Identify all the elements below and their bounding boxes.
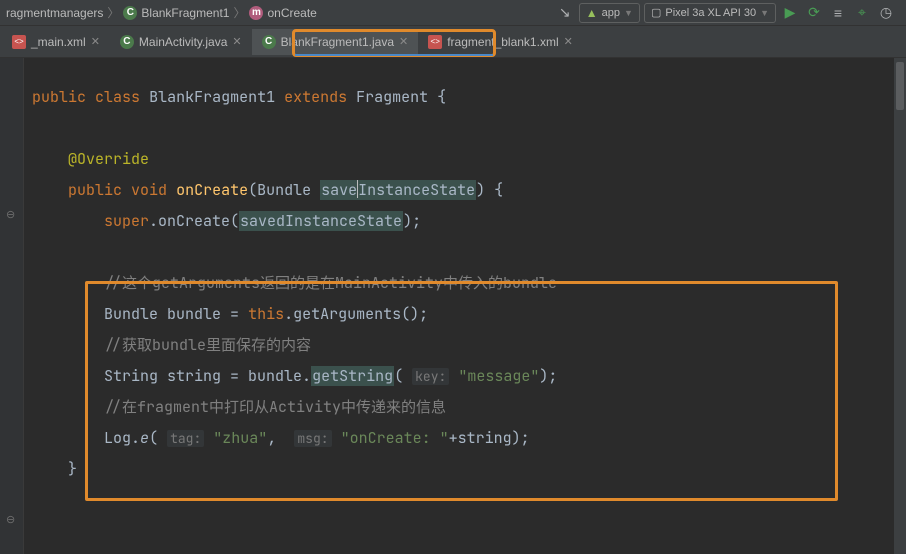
android-icon: ▲ <box>586 6 598 20</box>
code-editor[interactable]: public class BlankFragment1 extends Frag… <box>24 58 906 554</box>
scrollbar-thumb[interactable] <box>896 62 904 110</box>
run-button[interactable]: ▶ <box>780 3 800 23</box>
run-config-combo[interactable]: ▲ app ▼ <box>579 3 640 23</box>
close-icon[interactable]: ✕ <box>564 35 573 48</box>
top-toolbar: ragmentmanagers 〉 C BlankFragment1 〉 monC… <box>0 0 906 26</box>
tab-fragment-blank1-xml[interactable]: <> fragment_blank1.xml ✕ <box>418 29 583 55</box>
close-icon[interactable]: ✕ <box>399 35 408 48</box>
crumb-sep-icon: 〉 <box>233 4 245 21</box>
editor-gutter[interactable]: ⊖ ⊖ <box>0 58 24 554</box>
param-hint-key: key: <box>412 368 449 385</box>
crumb-method[interactable]: onCreate <box>267 6 316 20</box>
close-icon[interactable]: ✕ <box>91 35 100 48</box>
run-toolbar: ↘ ▲ app ▼ ▢ Pixel 3a XL API 30 ▼ ▶ ⟳ ≡ ⌖… <box>555 3 900 23</box>
active-tab-underline <box>295 54 493 56</box>
tab-label: _main.xml <box>31 35 86 49</box>
device-icon: ▢ <box>651 6 661 19</box>
crumb-class[interactable]: BlankFragment1 <box>141 6 229 20</box>
apply-changes-button[interactable]: ⟳ <box>804 3 824 23</box>
class-icon: C <box>262 35 276 49</box>
chevron-down-icon: ▼ <box>624 8 633 18</box>
override-gutter-icon[interactable]: ⊖ <box>6 208 15 221</box>
class-icon: C <box>123 6 137 20</box>
tab-main-xml[interactable]: <> _main.xml ✕ <box>2 29 110 55</box>
crumb-package[interactable]: ragmentmanagers <box>6 6 103 20</box>
tab-mainactivity[interactable]: C MainActivity.java ✕ <box>110 29 252 55</box>
apply-code-button[interactable]: ≡ <box>828 3 848 23</box>
debug-button[interactable]: ⌖ <box>852 3 872 23</box>
device-label: Pixel 3a XL API 30 <box>665 7 756 19</box>
tab-label: BlankFragment1.java <box>281 35 394 49</box>
collapse-gutter-icon[interactable]: ⊖ <box>6 513 15 526</box>
tab-label: MainActivity.java <box>139 35 227 49</box>
profiler-button[interactable]: ◷ <box>876 3 896 23</box>
tab-blankfragment1[interactable]: C BlankFragment1.java ✕ <box>252 29 419 55</box>
crumb-sep-icon: 〉 <box>107 4 119 21</box>
param-hint-msg: msg: <box>294 430 331 447</box>
class-icon: C <box>120 35 134 49</box>
device-combo[interactable]: ▢ Pixel 3a XL API 30 ▼ <box>644 3 776 23</box>
xml-icon: <> <box>12 35 26 49</box>
breadcrumb[interactable]: ragmentmanagers 〉 C BlankFragment1 〉 monC… <box>6 4 317 21</box>
param-highlight: saveInstanceState <box>320 180 476 200</box>
close-icon[interactable]: ✕ <box>232 35 241 48</box>
chevron-down-icon: ▼ <box>760 8 769 18</box>
tab-label: fragment_blank1.xml <box>447 35 558 49</box>
build-hammer-icon[interactable]: ↘ <box>555 3 575 23</box>
vertical-scrollbar[interactable] <box>894 58 906 554</box>
run-config-label: app <box>602 7 620 19</box>
param-hint-tag: tag: <box>167 430 204 447</box>
xml-icon: <> <box>428 35 442 49</box>
method-icon: m <box>249 6 263 20</box>
